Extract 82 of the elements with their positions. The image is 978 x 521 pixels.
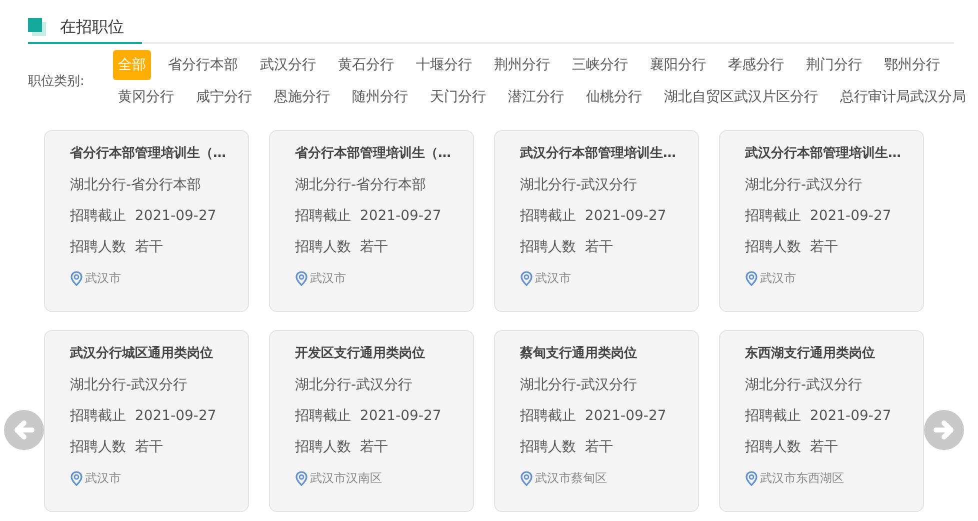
job-location: 武汉市 bbox=[310, 270, 346, 287]
category-chip[interactable]: 恩施分行 bbox=[269, 82, 335, 112]
location-pin-icon bbox=[70, 270, 83, 286]
job-title: 武汉分行本部管理培训生… bbox=[520, 144, 677, 163]
job-organization: 湖北分行-武汉分行 bbox=[745, 376, 864, 395]
job-title: 东西湖支行通用类岗位 bbox=[745, 344, 876, 363]
job-title: 武汉分行本部管理培训生… bbox=[745, 144, 902, 163]
job-deadline: 招聘截止 2021-09-27 bbox=[295, 207, 442, 226]
location-pin-icon bbox=[745, 270, 758, 286]
location-pin-icon bbox=[295, 470, 308, 486]
next-button[interactable] bbox=[924, 410, 964, 450]
category-chip[interactable]: 孝感分行 bbox=[723, 50, 789, 80]
section-title: 在招职位 bbox=[60, 16, 124, 38]
job-organization: 湖北分行-武汉分行 bbox=[70, 376, 188, 395]
job-title: 省分行本部管理培训生（… bbox=[295, 144, 452, 163]
job-headcount: 招聘人数 若干 bbox=[295, 238, 389, 257]
job-title: 省分行本部管理培训生（… bbox=[70, 144, 227, 163]
job-deadline: 招聘截止 2021-09-27 bbox=[295, 407, 442, 426]
category-chip[interactable]: 随州分行 bbox=[347, 82, 413, 112]
job-headcount: 招聘人数 若干 bbox=[745, 238, 839, 257]
category-chip[interactable]: 荆门分行 bbox=[801, 50, 867, 80]
job-card[interactable]: 武汉分行城区通用类岗位 湖北分行-武汉分行 招聘截止 2021-09-27 招聘人数 若干 武汉市 bbox=[44, 330, 249, 512]
right-arrow-icon bbox=[932, 418, 956, 442]
category-chip[interactable]: 武汉分行 bbox=[255, 50, 321, 80]
job-location: 武汉市 bbox=[760, 270, 796, 287]
job-deadline: 招聘截止 2021-09-27 bbox=[70, 407, 218, 426]
job-headcount: 招聘人数 若干 bbox=[520, 438, 614, 457]
category-chip[interactable]: 总行审计局武汉分局 bbox=[835, 82, 971, 112]
job-headcount: 招聘人数 若干 bbox=[70, 438, 164, 457]
job-headcount: 招聘人数 若干 bbox=[70, 238, 164, 257]
filter-label: 职位类别: bbox=[28, 73, 86, 90]
category-chip[interactable]: 鄂州分行 bbox=[879, 50, 945, 80]
category-chip[interactable]: 仙桃分行 bbox=[581, 82, 647, 112]
job-headcount: 招聘人数 若干 bbox=[295, 438, 389, 457]
job-location: 武汉市 bbox=[85, 470, 121, 487]
location-pin-icon bbox=[295, 270, 308, 286]
category-chip[interactable]: 湖北自贸区武汉片区分行 bbox=[659, 82, 823, 112]
job-headcount: 招聘人数 若干 bbox=[520, 238, 614, 257]
section-icon bbox=[28, 18, 46, 36]
job-location: 武汉市 bbox=[85, 270, 121, 287]
job-organization: 湖北分行-武汉分行 bbox=[520, 176, 638, 195]
category-chip[interactable]: 咸宁分行 bbox=[191, 82, 257, 112]
job-organization: 湖北分行-武汉分行 bbox=[295, 376, 414, 395]
category-chip[interactable]: 省分行本部 bbox=[163, 50, 243, 80]
job-location: 武汉市 bbox=[535, 270, 571, 287]
job-deadline: 招聘截止 2021-09-27 bbox=[520, 407, 668, 426]
category-chip[interactable]: 十堰分行 bbox=[411, 50, 477, 80]
location-pin-icon bbox=[520, 470, 533, 486]
job-card[interactable]: 开发区支行通用类岗位 湖北分行-武汉分行 招聘截止 2021-09-27 招聘人数 若干 武汉市汉南区 bbox=[269, 330, 474, 512]
job-card[interactable]: 武汉分行本部管理培训生… 湖北分行-武汉分行 招聘截止 2021-09-27 招聘人数 若干 武汉市 bbox=[719, 130, 924, 312]
job-organization: 湖北分行-武汉分行 bbox=[745, 176, 864, 195]
job-card[interactable]: 蔡甸支行通用类岗位 湖北分行-武汉分行 招聘截止 2021-09-27 招聘人数 若干 武汉市蔡甸区 bbox=[494, 330, 699, 512]
category-chip[interactable]: 荆州分行 bbox=[489, 50, 555, 80]
job-organization: 湖北分行-武汉分行 bbox=[520, 376, 638, 395]
previous-button[interactable] bbox=[4, 410, 44, 450]
category-chip[interactable]: 襄阳分行 bbox=[645, 50, 711, 80]
category-chip[interactable]: 黄石分行 bbox=[333, 50, 399, 80]
job-deadline: 招聘截止 2021-09-27 bbox=[745, 207, 892, 226]
job-organization: 湖北分行-省分行本部 bbox=[70, 176, 202, 195]
job-location: 武汉市东西湖区 bbox=[760, 470, 844, 487]
location-pin-icon bbox=[70, 470, 83, 486]
job-organization: 湖北分行-省分行本部 bbox=[295, 176, 428, 195]
location-pin-icon bbox=[520, 270, 533, 286]
job-card[interactable]: 省分行本部管理培训生（… 湖北分行-省分行本部 招聘截止 2021-09-27 招聘人数 若干 武汉市 bbox=[269, 130, 474, 312]
job-title: 开发区支行通用类岗位 bbox=[295, 345, 426, 363]
category-chip[interactable]: 天门分行 bbox=[425, 82, 491, 112]
job-deadline: 招聘截止 2021-09-27 bbox=[520, 207, 668, 226]
job-deadline: 招聘截止 2021-09-27 bbox=[70, 207, 218, 226]
job-title: 武汉分行城区通用类岗位 bbox=[70, 345, 214, 363]
category-chip[interactable]: 三峡分行 bbox=[567, 50, 633, 80]
job-title: 蔡甸支行通用类岗位 bbox=[520, 345, 638, 363]
job-card[interactable]: 东西湖支行通用类岗位 湖北分行-武汉分行 招聘截止 2021-09-27 招聘人数 若干 武汉市东西湖区 bbox=[719, 330, 924, 512]
category-chip[interactable]: 黄冈分行 bbox=[113, 82, 179, 112]
job-location: 武汉市蔡甸区 bbox=[535, 470, 607, 487]
job-deadline: 招聘截止 2021-09-27 bbox=[745, 407, 892, 426]
category-chip[interactable]: 潜江分行 bbox=[503, 82, 569, 112]
left-arrow-icon bbox=[12, 418, 36, 442]
job-headcount: 招聘人数 若干 bbox=[745, 438, 839, 457]
location-pin-icon bbox=[745, 470, 758, 486]
job-card[interactable]: 省分行本部管理培训生（… 湖北分行-省分行本部 招聘截止 2021-09-27 招聘人数 若干 武汉市 bbox=[44, 130, 249, 312]
job-card[interactable]: 武汉分行本部管理培训生… 湖北分行-武汉分行 招聘截止 2021-09-27 招聘人数 若干 武汉市 bbox=[494, 130, 699, 312]
job-location: 武汉市汉南区 bbox=[310, 470, 382, 487]
